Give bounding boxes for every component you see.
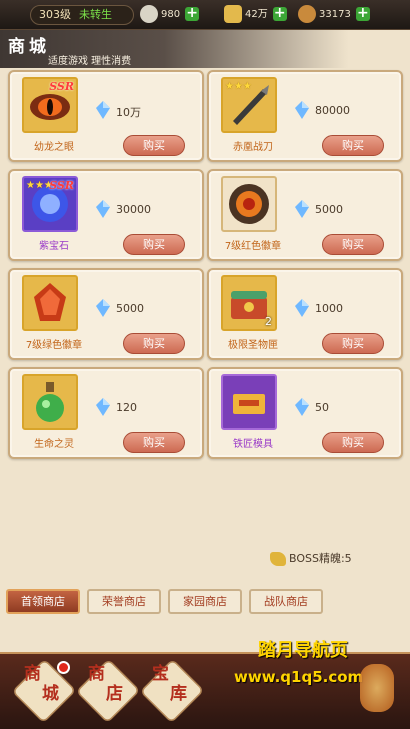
item-icon-frame[interactable] <box>22 374 78 430</box>
life-potion-icon <box>36 382 64 422</box>
shop-header: 商城 适度游戏 理性消费 <box>0 30 410 68</box>
item-name: 幼龙之眼 <box>34 142 74 153</box>
buy-button[interactable]: 购买 <box>322 234 384 255</box>
item-icon-frame[interactable] <box>22 275 78 331</box>
level-indicator: 303级 未转生 <box>30 5 134 25</box>
nav-shop-char1: 商 <box>88 664 105 684</box>
item-name: 极限圣物匣 <box>228 340 278 351</box>
boss-essence-counter: BOSS精魄:5 <box>270 550 352 566</box>
nav-shop-label: 商 店 <box>88 664 148 704</box>
gold-ingot-icon <box>224 5 242 23</box>
item-price: 30000 <box>116 203 151 216</box>
nav-treasury-label: 宝 库 <box>152 664 212 704</box>
item-name: 赤凰战刀 <box>233 142 273 153</box>
item-price: 80000 <box>315 104 350 117</box>
nav-treasury-char2: 库 <box>170 684 187 704</box>
buy-button[interactable]: 购买 <box>123 135 185 156</box>
watermark-url: www.q1q5.com <box>234 668 364 686</box>
diamond-icon <box>96 200 110 218</box>
item-name: 紫宝石 <box>39 241 69 252</box>
item-card: 5000 7级红色徽章 购买 <box>207 169 403 261</box>
item-name: 生命之灵 <box>34 439 74 450</box>
item-price: 50 <box>315 401 329 414</box>
item-card: 50 铁匠模具 购买 <box>207 367 403 459</box>
tab-home-shop[interactable]: 家园商店 <box>168 589 242 614</box>
item-card: ★★★ 80000 赤凰战刀 购买 <box>207 70 403 162</box>
page-subtitle: 适度游戏 理性消费 <box>48 56 132 67</box>
add-copper-button[interactable]: + <box>355 6 370 21</box>
diamond-icon <box>96 101 110 119</box>
diamond-icon <box>295 101 309 119</box>
green-badge-icon <box>34 283 66 321</box>
silver-resource: 980 + <box>140 5 200 25</box>
buy-button[interactable]: 购买 <box>322 432 384 453</box>
nav-treasury-char1: 宝 <box>152 664 169 684</box>
item-price: 120 <box>116 401 137 414</box>
boss-essence-icon <box>270 552 286 566</box>
buy-button[interactable]: 购买 <box>322 135 384 156</box>
ssr-badge: SSR <box>49 179 74 192</box>
item-count: 2 <box>265 315 272 328</box>
copper-resource: 33173 + <box>298 5 370 25</box>
tab-honor-shop[interactable]: 荣誉商店 <box>87 589 161 614</box>
tab-team-shop[interactable]: 战队商店 <box>249 589 323 614</box>
item-icon-frame[interactable] <box>221 176 277 232</box>
item-card: 120 生命之灵 购买 <box>8 367 204 459</box>
item-name: 7级红色徽章 <box>224 241 282 252</box>
item-card: SSR 10万 幼龙之眼 购买 <box>8 70 204 162</box>
buy-button[interactable]: 购买 <box>123 432 185 453</box>
item-card: 2 1000 极限圣物匣 购买 <box>207 268 403 360</box>
level-text: 303级 <box>39 8 71 21</box>
diamond-icon <box>295 299 309 317</box>
smith-mold-icon <box>233 394 265 414</box>
watermark-title: 踏月导航页 <box>258 640 348 661</box>
star-rating: ★★★ <box>225 81 252 92</box>
item-icon-frame[interactable]: SSR <box>22 77 78 133</box>
item-price: 1000 <box>315 302 343 315</box>
buy-button[interactable]: 购买 <box>123 234 185 255</box>
diamond-icon <box>295 398 309 416</box>
diamond-icon <box>295 200 309 218</box>
lantern-icon[interactable] <box>360 664 394 712</box>
buy-button[interactable]: 购买 <box>322 333 384 354</box>
page-title: 商城 <box>8 37 50 57</box>
item-price: 5000 <box>315 203 343 216</box>
tab-boss-shop[interactable]: 首领商店 <box>6 589 80 614</box>
item-icon-frame[interactable]: ★★★ SSR <box>22 176 78 232</box>
item-icon-frame[interactable]: ★★★ <box>221 77 277 133</box>
gold-value: 42万 <box>245 9 268 20</box>
item-price: 5000 <box>116 302 144 315</box>
nav-mall-label: 商 城 <box>24 664 84 704</box>
add-silver-button[interactable]: + <box>185 6 200 21</box>
red-badge-icon <box>229 184 269 224</box>
item-icon-frame[interactable]: 2 <box>221 275 277 331</box>
nav-mall-char1: 商 <box>24 664 41 684</box>
add-gold-button[interactable]: + <box>272 6 287 21</box>
notification-dot <box>57 661 70 674</box>
buy-button[interactable]: 购买 <box>123 333 185 354</box>
rebirth-status: 未转生 <box>79 8 112 21</box>
boss-essence-text: BOSS精魄:5 <box>289 552 352 565</box>
silver-value: 980 <box>161 9 181 20</box>
ssr-badge: SSR <box>49 80 74 93</box>
copper-coin-icon <box>298 5 316 23</box>
gold-resource: 42万 + <box>224 5 287 25</box>
item-name: 铁匠模具 <box>233 439 273 450</box>
item-name: 7级绿色徽章 <box>25 340 83 351</box>
resource-bar: 303级 未转生 980 + 42万 + 33173 + <box>0 0 410 30</box>
diamond-icon <box>96 398 110 416</box>
diamond-icon <box>96 299 110 317</box>
item-card: ★★★ SSR 30000 紫宝石 购买 <box>8 169 204 261</box>
copper-value: 33173 <box>319 9 351 20</box>
item-icon-frame[interactable] <box>221 374 277 430</box>
silver-coin-icon <box>140 5 158 23</box>
item-price: 10万 <box>116 106 141 119</box>
item-card: 5000 7级绿色徽章 购买 <box>8 268 204 360</box>
